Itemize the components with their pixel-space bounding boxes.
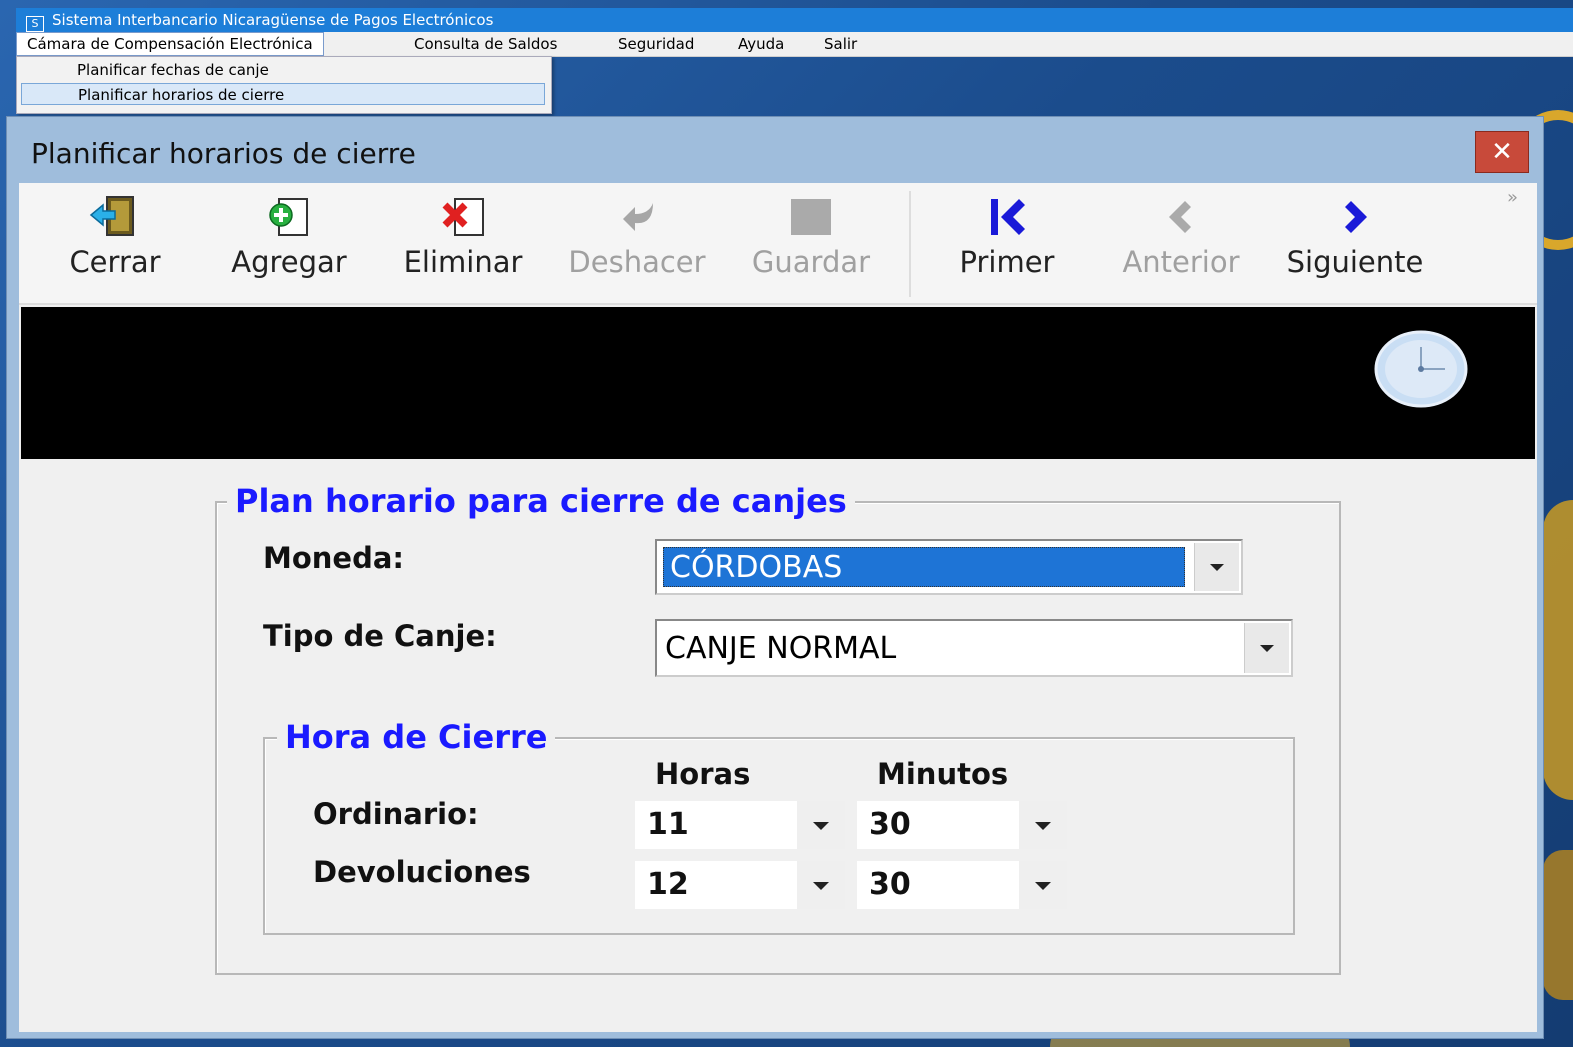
previous-record-icon <box>1101 193 1261 241</box>
menu-item-planificar-horarios[interactable]: Planificar horarios de cierre <box>21 83 545 105</box>
menu-camara-compensacion[interactable]: Cámara de Compensación Electrónica <box>16 32 324 56</box>
menu-seguridad[interactable]: Seguridad <box>608 32 704 56</box>
clock-icon <box>1374 330 1468 408</box>
menu-consulta-saldos[interactable]: Consulta de Saldos <box>404 32 567 56</box>
primer-label: Primer <box>959 245 1055 279</box>
agregar-button[interactable]: Agregar <box>209 193 369 293</box>
menu-dropdown: Planificar fechas de canje Planificar ho… <box>16 56 552 114</box>
eliminar-label: Eliminar <box>403 245 523 279</box>
decorative-shape <box>1543 500 1573 800</box>
toolbar-separator <box>909 191 911 297</box>
dialog-content: Cerrar Agregar Eliminar Deshacer Guardar… <box>19 183 1537 1032</box>
menu-ayuda[interactable]: Ayuda <box>728 32 794 56</box>
menu-bar: Cámara de Compensación Electrónica Consu… <box>16 32 1573 57</box>
ordinario-label: Ordinario: <box>313 797 479 831</box>
moneda-select[interactable]: CÓRDOBAS <box>655 539 1243 595</box>
chevron-down-icon[interactable] <box>797 861 845 909</box>
guardar-label: Guardar <box>751 245 871 279</box>
menu-item-planificar-fechas[interactable]: Planificar fechas de canje <box>21 59 545 81</box>
menu-salir[interactable]: Salir <box>814 32 867 56</box>
siguiente-label: Siguiente <box>1286 245 1424 279</box>
horas-header: Horas <box>655 757 751 791</box>
add-record-icon <box>209 193 369 241</box>
primer-button[interactable]: Primer <box>927 193 1087 293</box>
app-title: Sistema Interbancario Nicaragüense de Pa… <box>52 11 494 29</box>
devoluciones-label: Devoluciones <box>313 855 531 889</box>
close-icon: ✕ <box>1491 137 1513 167</box>
chevron-down-icon[interactable] <box>1019 861 1067 909</box>
undo-icon <box>557 193 717 241</box>
close-button[interactable]: ✕ <box>1475 131 1529 173</box>
hora-cierre-title: Hora de Cierre <box>277 719 556 755</box>
planificar-horarios-dialog: Planificar horarios de cierre ✕ Cerrar A… <box>6 116 1544 1039</box>
siguiente-button[interactable]: Siguiente <box>1275 193 1435 293</box>
tipo-canje-select[interactable]: CANJE NORMAL <box>655 619 1293 677</box>
chevron-down-icon[interactable] <box>1244 623 1289 673</box>
chevron-down-icon[interactable] <box>1019 801 1067 849</box>
ordinario-minutos-select[interactable]: 30 <box>857 801 1067 849</box>
chevron-down-icon[interactable] <box>1194 543 1239 591</box>
devoluciones-horas-select[interactable]: 12 <box>635 861 845 909</box>
guardar-button[interactable]: Guardar <box>731 193 891 293</box>
header-banner <box>21 307 1535 459</box>
first-record-icon <box>927 193 1087 241</box>
anterior-button[interactable]: Anterior <box>1101 193 1261 293</box>
chevron-down-icon[interactable] <box>797 801 845 849</box>
app-title-bar: S Sistema Interbancario Nicaragüense de P… <box>16 8 1573 32</box>
tipo-canje-label: Tipo de Canje: <box>263 619 497 653</box>
toolbar-overflow-icon[interactable]: » <box>1507 187 1518 208</box>
dialog-title: Planificar horarios de cierre <box>31 137 416 170</box>
exit-door-icon <box>35 193 195 241</box>
moneda-label: Moneda: <box>263 541 405 575</box>
agregar-label: Agregar <box>231 245 347 279</box>
app-icon: S <box>26 16 44 32</box>
ordinario-horas-select[interactable]: 11 <box>635 801 845 849</box>
devoluciones-horas-value: 12 <box>647 867 689 902</box>
decorative-shape <box>1543 850 1573 1000</box>
toolbar: Cerrar Agregar Eliminar Deshacer Guardar… <box>19 183 1537 305</box>
tipo-canje-value: CANJE NORMAL <box>665 631 897 666</box>
next-record-icon <box>1275 193 1435 241</box>
cerrar-button[interactable]: Cerrar <box>35 193 195 293</box>
save-icon <box>731 193 891 241</box>
anterior-label: Anterior <box>1122 245 1240 279</box>
moneda-value: CÓRDOBAS <box>663 547 1185 587</box>
minutos-header: Minutos <box>877 757 1009 791</box>
deshacer-label: Deshacer <box>568 245 706 279</box>
plan-horario-title: Plan horario para cierre de canjes <box>227 483 855 519</box>
delete-record-icon <box>383 193 543 241</box>
ordinario-minutos-value: 30 <box>869 807 911 842</box>
ordinario-horas-value: 11 <box>647 807 689 842</box>
deshacer-button[interactable]: Deshacer <box>557 193 717 293</box>
devoluciones-minutos-value: 30 <box>869 867 911 902</box>
eliminar-button[interactable]: Eliminar <box>383 193 543 293</box>
cerrar-label: Cerrar <box>69 245 161 279</box>
devoluciones-minutos-select[interactable]: 30 <box>857 861 1067 909</box>
